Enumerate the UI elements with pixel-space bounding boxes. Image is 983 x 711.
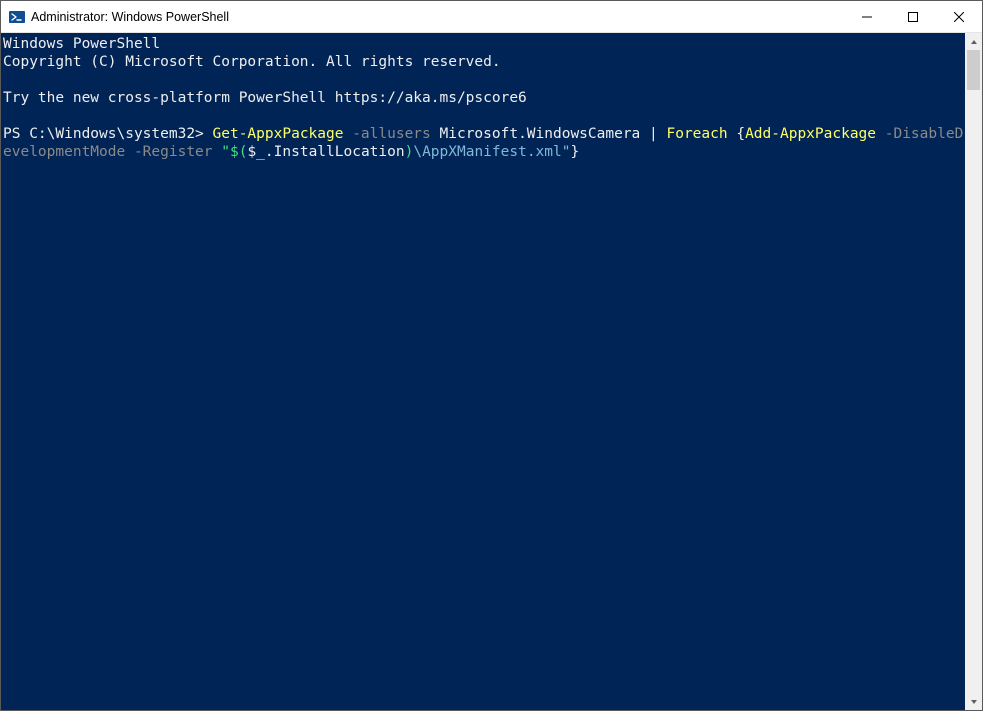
scroll-track[interactable] bbox=[965, 50, 982, 693]
banner-line: Windows PowerShell bbox=[3, 36, 160, 52]
pipe: | bbox=[649, 126, 666, 142]
scroll-down-button[interactable] bbox=[965, 693, 982, 710]
powershell-icon bbox=[9, 9, 25, 25]
maximize-button[interactable] bbox=[890, 1, 936, 33]
property: .InstallLocation bbox=[265, 144, 405, 160]
scroll-thumb[interactable] bbox=[967, 50, 980, 90]
app-window: Administrator: Windows PowerShell Window… bbox=[0, 0, 983, 711]
window-title: Administrator: Windows PowerShell bbox=[31, 10, 229, 24]
string-open: "$( bbox=[221, 144, 247, 160]
variable: $_ bbox=[247, 144, 264, 160]
titlebar[interactable]: Administrator: Windows PowerShell bbox=[1, 1, 982, 33]
minimize-button[interactable] bbox=[844, 1, 890, 33]
param: -allusers bbox=[343, 126, 439, 142]
cmdlet: Get-AppxPackage bbox=[213, 126, 344, 142]
scroll-up-button[interactable] bbox=[965, 33, 982, 50]
close-button[interactable] bbox=[936, 1, 982, 33]
cmdlet: Add-AppxPackage bbox=[745, 126, 876, 142]
terminal[interactable]: Windows PowerShell Copyright (C) Microso… bbox=[1, 33, 965, 710]
terminal-area: Windows PowerShell Copyright (C) Microso… bbox=[1, 33, 982, 710]
brace: } bbox=[570, 144, 579, 160]
string-path: \AppXManifest.xml" bbox=[413, 144, 570, 160]
cmdlet: Foreach bbox=[666, 126, 736, 142]
argument: Microsoft.WindowsCamera bbox=[440, 126, 650, 142]
brace: { bbox=[736, 126, 745, 142]
banner-line: Copyright (C) Microsoft Corporation. All… bbox=[3, 54, 501, 70]
info-line: Try the new cross-platform PowerShell ht… bbox=[3, 90, 527, 106]
prompt: PS C:\Windows\system32> bbox=[3, 126, 213, 142]
vertical-scrollbar[interactable] bbox=[965, 33, 982, 710]
